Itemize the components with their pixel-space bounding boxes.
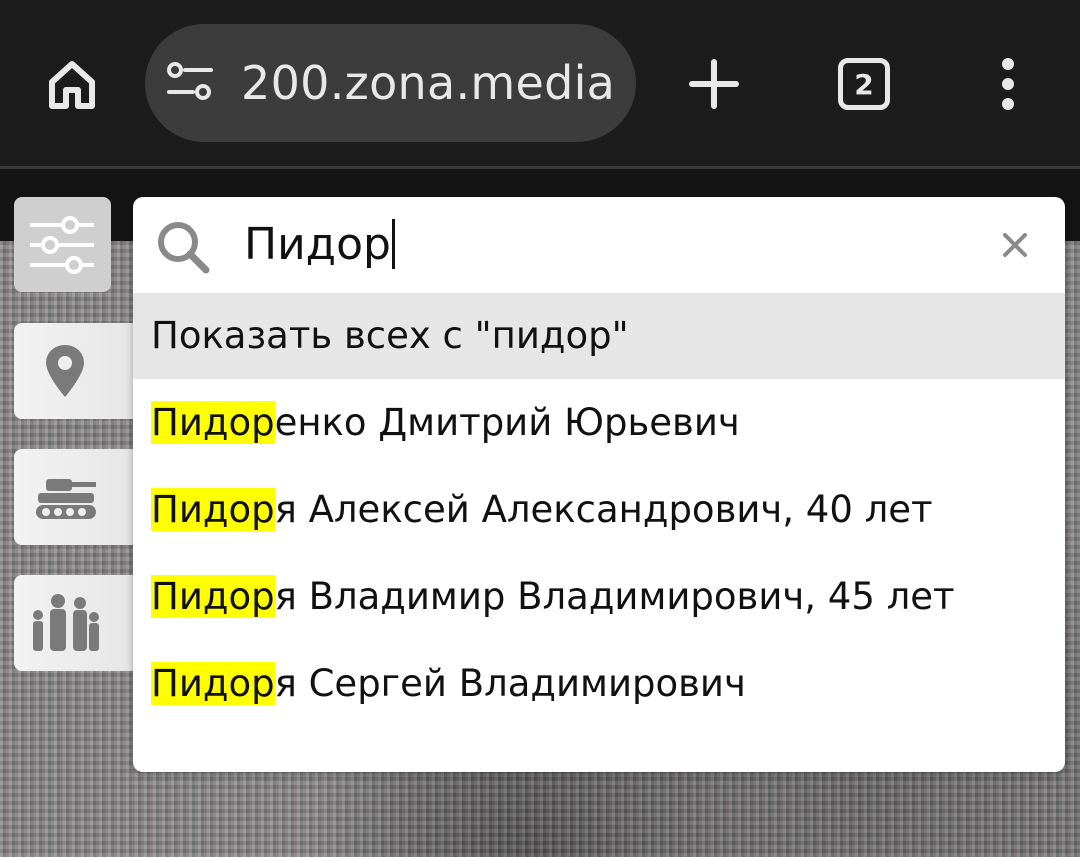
- plus-icon: [689, 59, 739, 109]
- menu-button[interactable]: [980, 48, 1036, 120]
- show-all-label: Показать всех с "пидор": [151, 314, 629, 357]
- result-rest-text: енко Дмитрий Юрьевич: [274, 401, 740, 444]
- url-text: 200.zona.media: [241, 56, 616, 110]
- map-pin-icon: [46, 345, 84, 397]
- search-input[interactable]: Пидор: [244, 215, 395, 275]
- tune-icon[interactable]: [165, 60, 217, 106]
- match-highlight: Пидор: [151, 575, 275, 618]
- search-panel: Пидор Показать всех с "пидор" Пидоренко …: [133, 197, 1065, 772]
- search-result-item[interactable]: Пидоря Алексей Александрович, 40 лет: [133, 466, 1065, 553]
- tab-switcher-button[interactable]: 2: [828, 48, 900, 120]
- search-query-text: Пидор: [244, 219, 391, 270]
- sidebar-item-place[interactable]: [14, 323, 134, 419]
- browser-toolbar: 200.zona.media 2: [0, 0, 1080, 166]
- search-result-item[interactable]: Пидоря Владимир Владимирович, 45 лет: [133, 553, 1065, 640]
- close-icon: [1003, 233, 1027, 257]
- match-highlight: Пидор: [151, 488, 275, 531]
- match-highlight: Пидор: [151, 401, 275, 444]
- new-tab-button[interactable]: [678, 48, 750, 120]
- search-bar: Пидор: [133, 197, 1065, 293]
- search-icon: [158, 222, 210, 274]
- home-icon: [49, 61, 95, 109]
- family-icon: [33, 594, 99, 651]
- text-caret: [391, 219, 395, 269]
- sidebar-item-family[interactable]: [14, 575, 134, 671]
- search-result-item[interactable]: Пидоренко Дмитрий Юрьевич: [133, 379, 1065, 466]
- filters-button[interactable]: [14, 197, 111, 292]
- sidebar-item-military[interactable]: [14, 449, 134, 545]
- result-rest-text: я Владимир Владимирович, 45 лет: [274, 575, 955, 618]
- show-all-results[interactable]: Показать всех с "пидор": [133, 293, 1065, 379]
- search-result-item[interactable]: Пидоря Сергей Владимирович: [133, 640, 1065, 727]
- result-rest-text: я Алексей Александрович, 40 лет: [274, 488, 933, 531]
- clear-search-button[interactable]: [995, 225, 1035, 265]
- home-button[interactable]: [36, 48, 108, 120]
- tank-icon: [36, 479, 96, 519]
- more-vert-icon: [1002, 58, 1014, 110]
- sliders-icon: [30, 215, 94, 274]
- match-highlight: Пидор: [151, 662, 275, 705]
- result-rest-text: я Сергей Владимирович: [274, 662, 746, 705]
- search-results: Пидоренко Дмитрий Юрьевич Пидоря Алексей…: [133, 379, 1065, 727]
- tab-count: 2: [838, 58, 890, 110]
- address-bar[interactable]: 200.zona.media: [145, 24, 636, 142]
